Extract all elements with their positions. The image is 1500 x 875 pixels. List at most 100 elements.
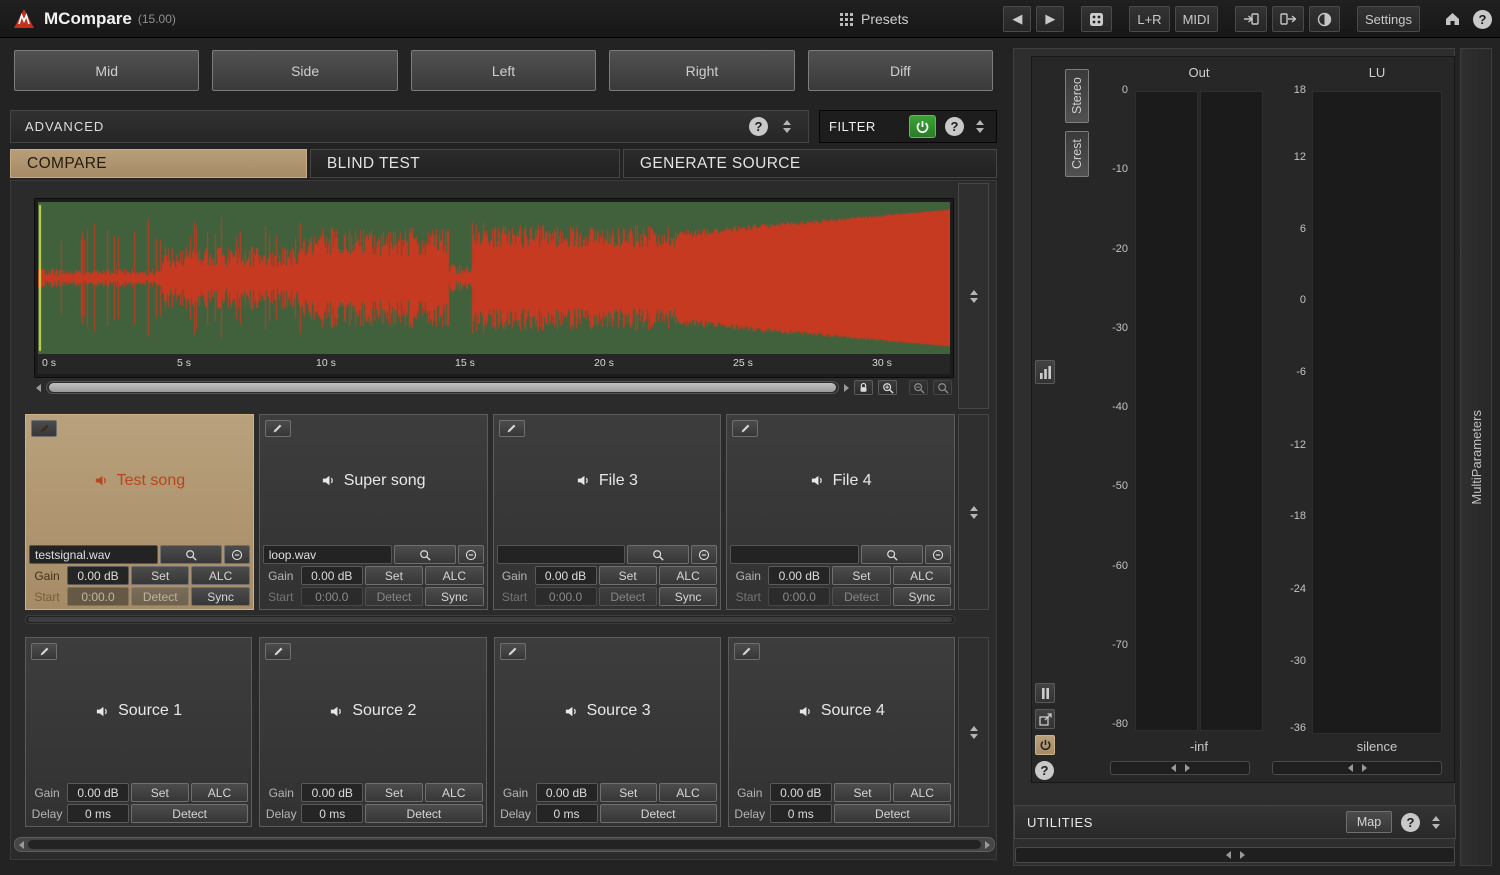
remove-file-icon[interactable] [224,545,250,564]
delay-value[interactable]: 0 ms [770,804,832,823]
source-select-button[interactable]: Source 2 [263,641,482,781]
alc-button[interactable]: ALC [191,566,249,585]
set-gain-button[interactable]: Set [365,783,423,802]
detect-button[interactable]: Detect [834,804,951,823]
delay-value[interactable]: 0 ms [67,804,129,823]
channel-left-button[interactable]: Left [411,50,596,91]
gain-value[interactable]: 0.00 dB [67,783,129,802]
filename-field[interactable]: loop.wav [263,545,392,564]
file-slot-2[interactable]: Super song loop.wav Gain 0.00 dB Set ALC [259,414,488,610]
waveform-display[interactable] [38,202,950,354]
sync-button[interactable]: Sync [659,587,717,606]
advanced-help-icon[interactable]: ? [749,117,768,136]
previous-preset-button[interactable]: ◀ [1003,6,1031,32]
zoom-all-icon[interactable] [933,380,952,395]
pause-icon[interactable] [1035,683,1055,703]
file-select-button[interactable]: Super song [263,418,484,543]
gain-value[interactable]: 0.00 dB [770,783,832,802]
delay-value[interactable]: 0 ms [536,804,598,823]
start-value[interactable]: 0:00.0 [535,587,597,606]
browse-file-button[interactable] [160,545,222,564]
filename-field[interactable] [730,545,859,564]
channel-diff-button[interactable]: Diff [808,50,993,91]
popout-icon[interactable] [1035,709,1055,729]
remove-file-icon[interactable] [458,545,484,564]
alc-button[interactable]: ALC [893,566,951,585]
meter-help-icon[interactable]: ? [1035,761,1054,780]
set-gain-button[interactable]: Set [832,566,890,585]
start-value[interactable]: 0:00.0 [768,587,830,606]
source-slot-2[interactable]: Source 2 Gain 0.00 dB Set ALC Delay 0 ms… [259,637,486,827]
edit-name-icon[interactable] [499,420,525,437]
set-gain-button[interactable]: Set [599,566,657,585]
browse-file-button[interactable] [627,545,689,564]
file-select-button[interactable]: File 3 [497,418,718,543]
detect-button[interactable]: Detect [600,804,717,823]
set-gain-button[interactable]: Set [131,566,189,585]
delay-value[interactable]: 0 ms [301,804,363,823]
next-preset-button[interactable]: ▶ [1036,6,1064,32]
lu-meter-range-slider[interactable] [1272,761,1442,775]
files-scroll-thumb[interactable] [28,617,952,622]
gain-value[interactable]: 0.00 dB [67,566,129,585]
histogram-icon[interactable] [1035,360,1055,384]
source-slot-1[interactable]: Source 1 Gain 0.00 dB Set ALC Delay 0 ms… [25,637,252,827]
set-gain-button[interactable]: Set [131,783,189,802]
channel-mid-button[interactable]: Mid [14,50,199,91]
edit-name-icon[interactable] [732,420,758,437]
set-gain-button[interactable]: Set [365,566,423,585]
channel-side-button[interactable]: Side [212,50,397,91]
zoom-out-icon[interactable] [909,380,928,395]
help-icon[interactable]: ? [1473,10,1492,29]
settings-button[interactable]: Settings [1357,6,1420,32]
edit-name-icon[interactable] [31,643,57,660]
browse-file-button[interactable] [394,545,456,564]
stereo-mode-button[interactable]: Stereo [1065,69,1089,123]
detect-button[interactable]: Detect [131,804,248,823]
detect-button[interactable]: Detect [365,587,423,606]
lock-icon[interactable] [854,380,873,395]
crest-mode-button[interactable]: Crest [1065,131,1089,177]
sync-button[interactable]: Sync [425,587,483,606]
source-select-button[interactable]: Source 3 [498,641,717,781]
detect-button[interactable]: Detect [365,804,482,823]
source-select-button[interactable]: Source 1 [29,641,248,781]
alc-button[interactable]: ALC [659,783,717,802]
midi-button[interactable]: MIDI [1175,6,1218,32]
utilities-expand-control[interactable] [1429,816,1443,829]
files-scrollbar[interactable] [25,615,955,624]
sources-expand-strip[interactable] [958,637,989,827]
random-preset-icon[interactable] [1081,6,1112,32]
filter-expand-control[interactable] [973,120,987,133]
waveform-scroll-thumb[interactable] [49,383,836,392]
tab-compare[interactable]: COMPARE [10,149,307,178]
advanced-section-header[interactable]: ADVANCED ? [10,110,809,143]
filename-field[interactable] [497,545,626,564]
tab-blind-test[interactable]: BLIND TEST [310,149,620,178]
compare-horizontal-scrollbar[interactable] [14,837,995,852]
signal-in-icon[interactable] [1235,6,1267,32]
scroll-right-icon[interactable] [985,841,990,849]
alc-button[interactable]: ALC [191,783,249,802]
map-button[interactable]: Map [1346,811,1392,833]
edit-name-icon[interactable] [500,643,526,660]
gain-value[interactable]: 0.00 dB [536,783,598,802]
file-select-button[interactable]: File 4 [730,418,951,543]
scroll-right-icon[interactable] [844,384,849,392]
zoom-in-icon[interactable] [878,380,897,395]
sync-button[interactable]: Sync [191,587,249,606]
set-gain-button[interactable]: Set [600,783,658,802]
filter-help-icon[interactable]: ? [945,117,964,136]
waveform-expand-strip[interactable] [958,183,989,409]
detect-button[interactable]: Detect [599,587,657,606]
tab-generate-source[interactable]: GENERATE SOURCE [623,149,997,178]
gain-value[interactable]: 0.00 dB [301,783,363,802]
agc-icon[interactable] [1309,6,1340,32]
source-select-button[interactable]: Source 4 [732,641,951,781]
channel-right-button[interactable]: Right [609,50,794,91]
alc-button[interactable]: ALC [659,566,717,585]
remove-file-icon[interactable] [925,545,951,564]
remove-file-icon[interactable] [691,545,717,564]
file-slot-1[interactable]: Test song testsignal.wav Gain 0.00 dB Se… [25,414,254,610]
gain-value[interactable]: 0.00 dB [301,566,363,585]
